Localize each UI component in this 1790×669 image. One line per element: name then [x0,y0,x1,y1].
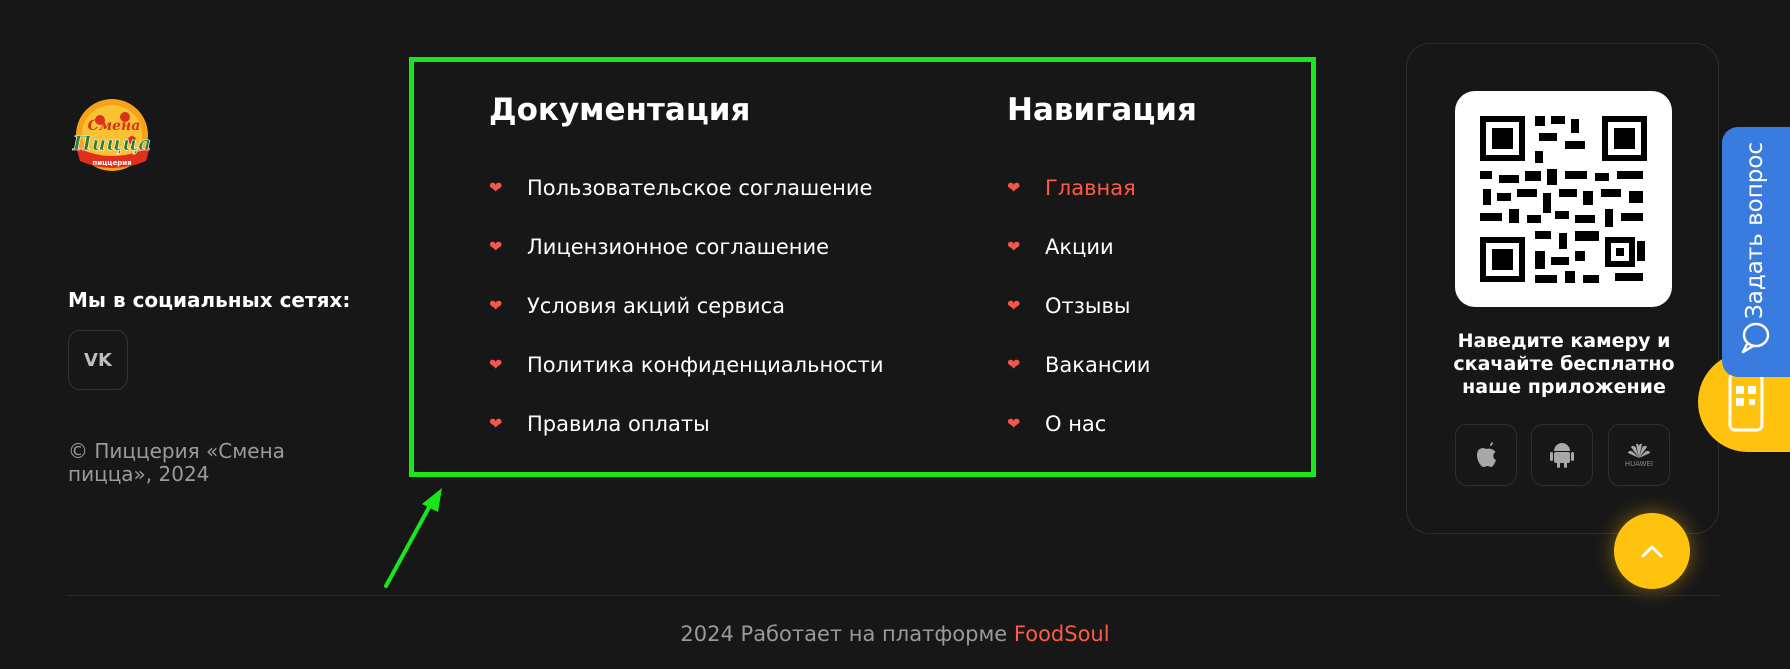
documentation-title: Документация [489,92,751,128]
apple-icon [1477,442,1496,467]
doc-link-label: Лицензионное соглашение [527,234,830,259]
doc-link-license[interactable]: ❤ Лицензионное соглашение [489,217,883,276]
nav-link-vacancies[interactable]: ❤ Вакансии [1007,335,1150,394]
nav-link-reviews[interactable]: ❤ Отзывы [1007,276,1150,335]
heart-icon: ❤ [489,237,503,256]
doc-link-label: Правила оплаты [527,411,710,436]
footer-divider [68,595,1719,596]
nav-link-label: О нас [1045,411,1107,436]
ask-question-label: Задать вопрос [1742,141,1768,319]
doc-link-payment-rules[interactable]: ❤ Правила оплаты [489,394,883,453]
navigation-title: Навигация [1007,92,1197,128]
qr-code-icon [1480,116,1647,283]
nav-link-home[interactable]: ❤ Главная [1007,158,1150,217]
nav-link-label: Отзывы [1045,293,1131,318]
social-title: Мы в социальных сетях: [68,288,351,312]
google-play-button[interactable] [1531,424,1593,486]
scroll-to-top-button[interactable] [1614,513,1690,589]
android-icon [1550,443,1574,468]
huawei-icon [1628,443,1650,458]
doc-link-label: Условия акций сервиса [527,293,785,318]
footer-credits: 2024 Работает на платформе FoodSoul [0,622,1790,646]
heart-icon: ❤ [489,296,503,315]
heart-icon: ❤ [1007,414,1021,433]
annotation-arrow [384,488,442,588]
nav-link-promos[interactable]: ❤ Акции [1007,217,1150,276]
doc-link-label: Политика конфиденциальности [527,352,884,377]
foodsoul-link[interactable]: FoodSoul [1014,622,1110,646]
documentation-list: ❤ Пользовательское соглашение ❤ Лицензионн… [489,158,883,453]
copyright: © Пиццерия «Смена пицца», 2024 [68,439,285,486]
nav-link-about[interactable]: ❤ О нас [1007,394,1150,453]
app-download-text: Наведите камеру и скачайте бесплатно наш… [1453,330,1675,398]
heart-icon: ❤ [1007,296,1021,315]
heart-icon: ❤ [1007,237,1021,256]
doc-link-privacy[interactable]: ❤ Политика конфиденциальности [489,335,883,394]
phone-qr-icon [1728,372,1764,432]
heart-icon: ❤ [1007,355,1021,374]
nav-link-label: Главная [1045,175,1136,200]
logo[interactable]: Смена Пицца пиццерия [70,95,155,175]
app-gallery-button[interactable]: HUAWEI [1608,424,1670,486]
doc-link-user-agreement[interactable]: ❤ Пользовательское соглашение [489,158,883,217]
heart-icon: ❤ [1007,178,1021,197]
doc-link-promo-terms[interactable]: ❤ Условия акций сервиса [489,276,883,335]
vk-button[interactable]: VK [68,330,128,390]
vk-icon: VK [84,349,112,371]
qr-code [1455,91,1672,307]
heart-icon: ❤ [489,355,503,374]
doc-link-label: Пользовательское соглашение [527,175,873,200]
nav-link-label: Вакансии [1045,352,1151,377]
footer-prefix: 2024 Работает на платформе [680,622,1014,646]
chevron-up-icon [1641,545,1663,558]
logo-text-sub: пиццерия [92,159,131,167]
chat-bubble-icon [1741,322,1770,354]
heart-icon: ❤ [489,178,503,197]
app-store-button[interactable] [1455,424,1517,486]
nav-link-label: Акции [1045,234,1114,259]
heart-icon: ❤ [489,414,503,433]
navigation-list: ❤ Главная ❤ Акции ❤ Отзывы ❤ Вакансии ❤ О нас [1007,158,1150,453]
huawei-label: HUAWEI [1624,460,1654,468]
logo-text-main: Пицца [72,131,152,155]
